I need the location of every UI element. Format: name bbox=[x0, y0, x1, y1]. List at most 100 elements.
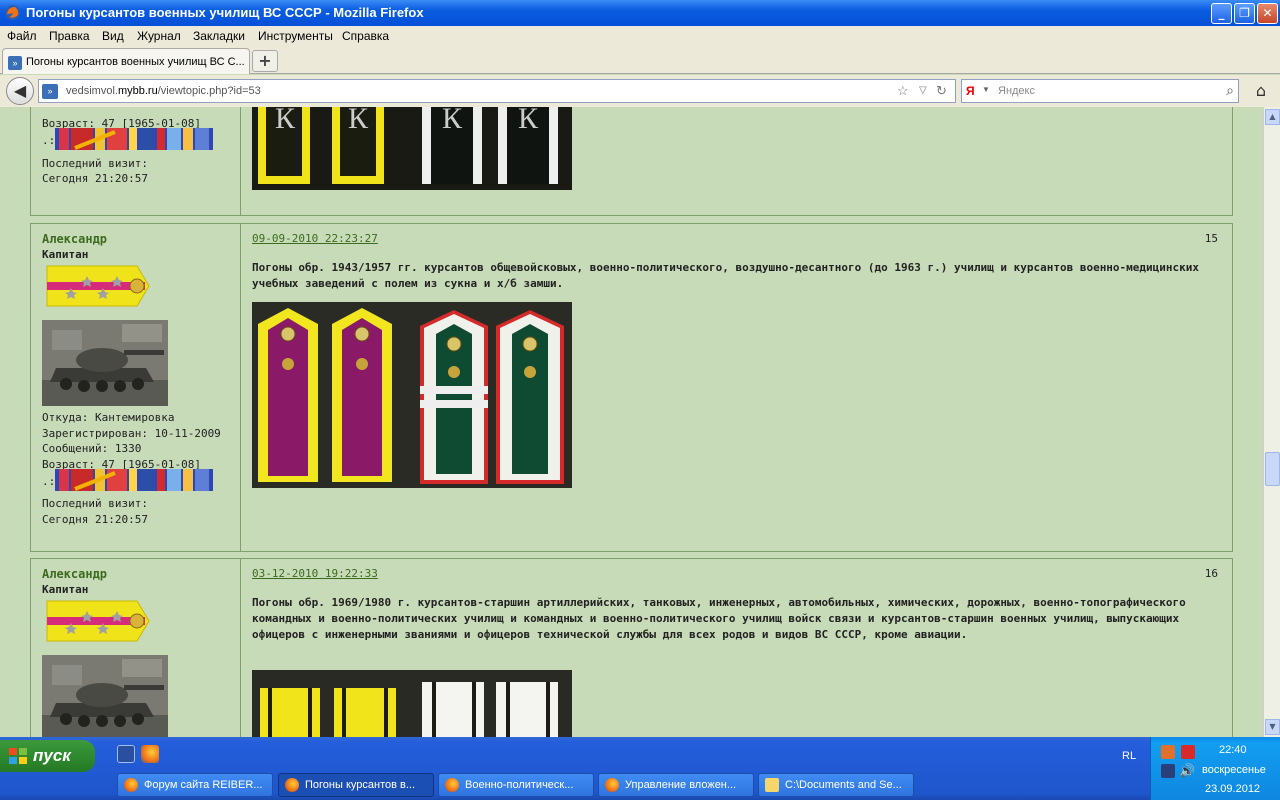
forum-post: Александр Капитан Откуда: Кантемировка З… bbox=[30, 223, 1233, 552]
taskbar-button[interactable]: Форум сайта REIBER... bbox=[117, 773, 273, 797]
taskbar-button-active[interactable]: Погоны курсантов в... bbox=[278, 773, 434, 797]
start-button[interactable]: пуск bbox=[0, 740, 95, 772]
back-button[interactable]: ◀ bbox=[6, 77, 34, 105]
clock-date: 23.09.2012 bbox=[1205, 783, 1261, 795]
page-content: Возраст: 47 [1965-01-08] .: Последний ви… bbox=[0, 107, 1263, 737]
ribbon-label: .: bbox=[42, 475, 56, 488]
navigation-bar: ◀ » vedsimvol.mybb.ru/viewtopic.php?id=5… bbox=[0, 75, 1280, 107]
post-number: 16 bbox=[1204, 567, 1218, 580]
author-from: Откуда: Кантемировка bbox=[42, 411, 175, 424]
menu-file[interactable]: Файл bbox=[7, 29, 37, 43]
window-title: Погоны курсантов военных училищ ВС СССР … bbox=[26, 5, 424, 20]
award-ribbons bbox=[55, 469, 213, 491]
language-indicator[interactable]: RL bbox=[1122, 750, 1136, 762]
home-icon: ⌂ bbox=[1255, 81, 1267, 100]
search-placeholder: Яндекс bbox=[998, 85, 1035, 97]
author-registered: Зарегистрирован: 10-11-2009 bbox=[42, 427, 221, 440]
award-ribbons bbox=[55, 128, 213, 150]
vertical-scrollbar[interactable]: ▲ ▼ bbox=[1263, 107, 1280, 737]
ribbon-label: .: bbox=[42, 134, 56, 147]
svg-text:К: К bbox=[518, 107, 539, 135]
tab-current[interactable]: » Погоны курсантов военных училищ ВС С..… bbox=[2, 48, 250, 74]
rank-insignia bbox=[46, 600, 150, 642]
firefox-icon bbox=[285, 778, 299, 792]
tab-label: Погоны курсантов военных училищ ВС С... bbox=[26, 56, 245, 68]
firefox-icon bbox=[5, 5, 20, 20]
taskbar-button[interactable]: Военно-политическ... bbox=[438, 773, 594, 797]
menu-bar: Файл Правка Вид Журнал Закладки Инструме… bbox=[0, 26, 1280, 46]
system-tray: 🔊 22:40 воскресенье 23.09.2012 bbox=[1150, 737, 1280, 800]
windows-logo-icon bbox=[9, 748, 27, 764]
url-bar[interactable]: » vedsimvol.mybb.ru/viewtopic.php?id=53 … bbox=[38, 79, 956, 103]
last-visit-label: Последний визит: bbox=[42, 497, 148, 510]
last-visit-value: Сегодня 21:20:57 bbox=[42, 172, 148, 185]
author-avatar-tank bbox=[42, 320, 168, 406]
author-name[interactable]: Александр bbox=[42, 567, 107, 581]
menu-view[interactable]: Вид bbox=[102, 29, 124, 43]
post-image-epaulets bbox=[252, 302, 572, 488]
author-avatar-tank bbox=[42, 655, 168, 737]
tray-antivirus-icon[interactable] bbox=[1181, 745, 1195, 759]
firefox-icon bbox=[445, 778, 459, 792]
windows-taskbar: пуск Форум сайта REIBER... Погоны курсан… bbox=[0, 737, 1280, 800]
search-icon[interactable]: ⌕ bbox=[1226, 82, 1234, 99]
site-favicon-icon: » bbox=[8, 56, 22, 70]
url-dropdown-icon[interactable]: ▽ bbox=[919, 85, 927, 96]
url-text: vedsimvol.mybb.ru/viewtopic.php?id=53 bbox=[66, 85, 261, 97]
yandex-icon[interactable]: Я bbox=[966, 84, 975, 98]
minimize-button[interactable]: _ bbox=[1211, 3, 1232, 24]
post-number: 15 bbox=[1204, 232, 1218, 245]
site-identity-icon[interactable]: » bbox=[42, 84, 58, 99]
taskbar-button[interactable]: Управление вложен... bbox=[598, 773, 754, 797]
post-date-link[interactable]: 03-12-2010 19:22:33 bbox=[252, 567, 378, 580]
menu-edit[interactable]: Правка bbox=[49, 29, 90, 43]
menu-tools[interactable]: Инструменты bbox=[258, 29, 333, 43]
post-text: Погоны обр. 1969/1980 г. курсантов-старш… bbox=[252, 596, 1186, 641]
svg-text:К: К bbox=[275, 107, 296, 135]
forum-post: Возраст: 47 [1965-01-08] .: Последний ви… bbox=[30, 107, 1233, 216]
volume-icon[interactable]: 🔊 bbox=[1179, 763, 1195, 779]
back-arrow-icon: ◀ bbox=[13, 81, 27, 100]
author-rank: Капитан bbox=[42, 248, 89, 261]
start-label: пуск bbox=[33, 746, 71, 765]
rank-insignia bbox=[46, 265, 150, 307]
maximize-button[interactable]: ❐ bbox=[1234, 3, 1255, 24]
firefox-icon bbox=[605, 778, 619, 792]
scroll-down-arrow-icon[interactable]: ▼ bbox=[1265, 719, 1280, 735]
last-visit-value: Сегодня 21:20:57 bbox=[42, 513, 148, 526]
network-icon[interactable] bbox=[1161, 764, 1175, 778]
post-date-link[interactable]: 09-09-2010 22:23:27 bbox=[252, 232, 378, 245]
post-text: Погоны обр. 1943/1957 гг. курсантов обще… bbox=[252, 261, 1200, 290]
search-engine-dropdown-icon[interactable]: ▼ bbox=[982, 85, 990, 94]
firefox-icon bbox=[124, 778, 138, 792]
close-button[interactable]: ✕ bbox=[1257, 3, 1278, 24]
clock-time[interactable]: 22:40 bbox=[1219, 744, 1247, 756]
menu-history[interactable]: Журнал bbox=[137, 29, 181, 43]
last-visit-label: Последний визит: bbox=[42, 157, 148, 170]
svg-text:К: К bbox=[348, 107, 369, 135]
forum-post: Александр Капитан 03-12-2010 19:22:33 16… bbox=[30, 558, 1233, 737]
new-tab-button[interactable]: + bbox=[252, 50, 278, 72]
scroll-up-arrow-icon[interactable]: ▲ bbox=[1265, 109, 1280, 125]
reload-icon[interactable]: ↻ bbox=[936, 83, 947, 99]
bookmark-star-icon[interactable]: ☆ bbox=[897, 83, 909, 99]
author-name[interactable]: Александр bbox=[42, 232, 107, 246]
post-image-epaulets: К К К К bbox=[252, 107, 572, 190]
folder-icon bbox=[765, 778, 779, 792]
author-rank: Капитан bbox=[42, 583, 89, 596]
tray-app-icon[interactable] bbox=[1161, 745, 1175, 759]
scrollbar-thumb[interactable] bbox=[1265, 452, 1280, 486]
home-button[interactable]: ⌂ bbox=[1248, 78, 1274, 104]
search-bar[interactable]: Я ▼ Яндекс ⌕ bbox=[961, 79, 1239, 103]
menu-help[interactable]: Справка bbox=[342, 29, 389, 43]
show-desktop-icon[interactable] bbox=[117, 745, 135, 763]
clock-day: воскресенье bbox=[1202, 764, 1266, 776]
window-titlebar: Погоны курсантов военных училищ ВС СССР … bbox=[0, 0, 1280, 26]
post-image-epaulets bbox=[252, 670, 572, 737]
tab-bar: » Погоны курсантов военных училищ ВС С..… bbox=[0, 46, 1280, 74]
svg-text:К: К bbox=[442, 107, 463, 135]
taskbar-button[interactable]: C:\Documents and Se... bbox=[758, 773, 914, 797]
menu-bookmarks[interactable]: Закладки bbox=[193, 29, 245, 43]
firefox-quicklaunch-icon[interactable] bbox=[141, 745, 159, 763]
author-messages: Сообщений: 1330 bbox=[42, 442, 142, 455]
